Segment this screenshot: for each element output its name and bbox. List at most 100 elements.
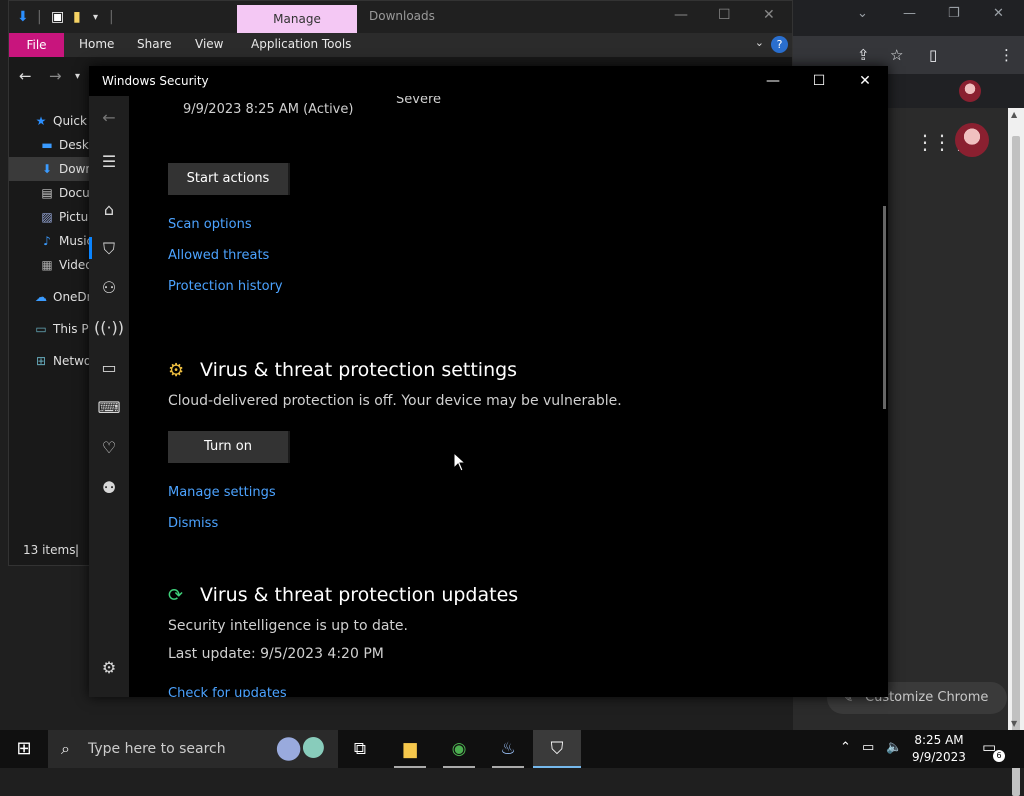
cloud-protection-warning: Cloud-delivered protection is off. Your … [168,393,622,409]
side-panel-icon[interactable]: ▯ [929,46,937,64]
nav-item-downloads[interactable]: ⬇Downloads [9,157,91,181]
window-title: Downloads [369,9,435,23]
back-arrow-icon[interactable]: ← [89,108,129,127]
taskbar: ⊞ ⌕ Type here to search ⧉ ▆ ◉ ♨ ⛉ ⌃ ▭ 🔈 … [0,730,1024,768]
bookmark-star-icon[interactable]: ☆ [890,46,903,64]
video-icon: ▦ [41,258,53,272]
dismiss-link[interactable]: Dismiss [168,516,218,531]
turn-on-button[interactable]: Turn on [168,431,290,463]
check-for-updates-link[interactable]: Check for updates [168,686,287,697]
scroll-down-icon[interactable]: ▼ [1011,719,1017,728]
start-actions-button[interactable]: Start actions [168,163,290,195]
music-icon: ♪ [43,234,51,248]
new-folder-icon[interactable]: ▮ [73,9,81,25]
profile-avatar[interactable] [959,80,981,102]
separator: | [37,9,42,25]
nav-item-onedrive[interactable]: ☁OneDrive [9,285,91,309]
steam-taskbar-icon[interactable]: ♨ [484,730,532,768]
restore-icon[interactable]: ❐ [948,6,960,21]
manage-tab[interactable]: Manage [237,5,357,33]
document-icon: ▤ [41,186,53,200]
explorer-titlebar: ⬇ | ▣ ▮ ▾ | Manage Downloads — ☐ ✕ [9,1,792,33]
share-icon[interactable]: ⇪ [857,46,870,64]
account-person-icon[interactable]: ⚇ [89,278,129,297]
chrome-taskbar-icon[interactable]: ◉ [435,730,483,768]
app-browser-icon[interactable]: ▭ [89,358,129,377]
download-arrow-icon: ⬇ [17,9,29,25]
shield-icon[interactable]: ⛉ [89,237,129,259]
account-avatar[interactable] [955,123,989,157]
chevron-down-icon[interactable]: ⌄ [857,6,868,21]
firewall-network-icon[interactable]: ((·)) [89,318,129,337]
network-status-icon[interactable]: ▭ [862,740,874,755]
nav-item-videos[interactable]: ▦Videos [9,253,91,277]
chrome-scrollbar[interactable]: ▲ ▼ [1008,108,1024,796]
ribbon-tab-view[interactable]: View [195,37,223,51]
nav-item-network[interactable]: ⊞Network [9,349,91,373]
star-icon: ★ [35,114,47,128]
family-options-icon[interactable]: ⚉ [89,478,129,497]
ribbon-expand-icon[interactable]: ⌄ [755,36,764,49]
close-icon[interactable]: ✕ [763,7,775,23]
recent-dropdown-icon[interactable]: ▾ [75,71,80,82]
chrome-title-row: ⌄ — ❐ ✕ [793,0,1024,30]
nav-item-desktop[interactable]: ▬Desktop [9,133,91,157]
ribbon-tab-file[interactable]: File [9,33,64,57]
ws-scrollbar[interactable] [883,206,886,409]
ribbon-tab-share[interactable]: Share [137,37,172,51]
ribbon-tab-home[interactable]: Home [79,37,114,51]
ws-titlebar: Windows Security — ☐ ✕ [89,66,888,96]
device-security-icon[interactable]: ⌨ [89,398,129,417]
mouse-cursor-icon [453,452,467,472]
item-count: 13 items [23,543,76,557]
task-view-icon[interactable]: ⧉ [336,730,384,768]
qat-dropdown-icon[interactable]: ▾ [93,12,98,23]
properties-icon[interactable]: ▣ [51,9,64,25]
taskbar-clock[interactable]: 8:25 AM 9/9/2023 [904,732,974,766]
hamburger-menu-icon[interactable]: ☰ [89,152,129,171]
window-title: Windows Security [102,74,209,88]
explorer-ribbon: File Home Share View Application Tools ⌄… [9,33,792,57]
minimize-icon[interactable]: — [750,70,796,92]
network-icon: ⊞ [35,354,47,368]
separator: | [109,9,114,25]
allowed-threats-link[interactable]: Allowed threats [168,248,269,263]
help-icon[interactable]: ? [771,36,788,53]
download-icon: ⬇ [41,162,53,176]
nav-item-documents[interactable]: ▤Documents [9,181,91,205]
nav-item-quick-access[interactable]: ★Quick access [9,109,91,133]
gears-warning-icon: ⚙ [168,360,185,381]
start-windows-icon[interactable]: ⊞ [0,730,48,768]
protection-history-link[interactable]: Protection history [168,279,283,294]
explorer-nav-pane: ★Quick access ▬Desktop ⬇Downloads ▤Docum… [9,109,91,373]
maximize-icon[interactable]: ☐ [718,7,731,23]
volume-muted-icon[interactable]: 🔈 [886,740,902,755]
manage-settings-link[interactable]: Manage settings [168,485,276,500]
back-arrow-icon[interactable]: ← [19,67,32,85]
settings-gear-icon[interactable]: ⚙ [89,658,129,677]
forward-arrow-icon[interactable]: → [49,67,62,85]
minimize-icon[interactable]: — [903,6,916,21]
kebab-menu-icon[interactable]: ⋮ [999,46,1014,64]
file-explorer-taskbar-icon[interactable]: ▆ [386,730,434,768]
ribbon-tab-application-tools[interactable]: Application Tools [251,37,351,51]
minimize-icon[interactable]: — [674,7,688,23]
intelligence-status: Security intelligence is up to date. [168,618,408,634]
search-highlight-jellyfish-icon [270,734,332,764]
home-icon[interactable]: ⌂ [89,200,129,219]
show-hidden-icons-chevron-icon[interactable]: ⌃ [840,740,851,755]
nav-item-this-pc[interactable]: ▭This PC [9,317,91,341]
scroll-up-icon[interactable]: ▲ [1011,110,1017,119]
nav-item-pictures[interactable]: ▨Pictures [9,205,91,229]
cloud-icon: ☁ [35,290,47,304]
maximize-icon[interactable]: ☐ [796,70,842,92]
nav-item-music[interactable]: ♪ Music [9,229,91,253]
device-health-heart-icon[interactable]: ♡ [89,438,129,457]
close-icon[interactable]: ✕ [993,6,1004,21]
close-icon[interactable]: ✕ [842,70,888,92]
scroll-thumb[interactable] [1012,136,1020,796]
scan-options-link[interactable]: Scan options [168,217,252,232]
taskbar-search-box[interactable]: ⌕ Type here to search [48,730,338,768]
refresh-check-icon: ⟳ [168,585,184,606]
windows-security-taskbar-icon[interactable]: ⛉ [533,730,581,768]
